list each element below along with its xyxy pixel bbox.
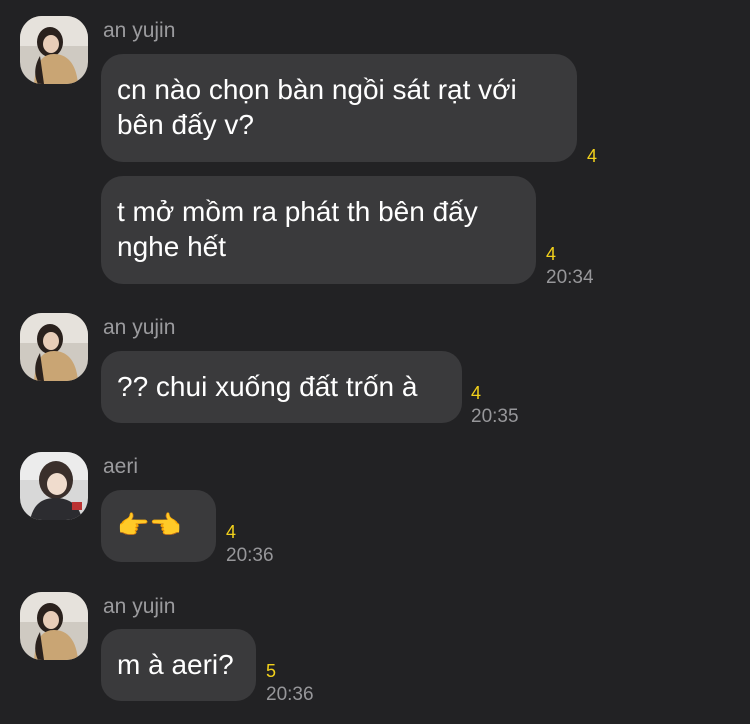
unread-count: 4 bbox=[226, 522, 237, 542]
sender-name: aeri bbox=[103, 455, 139, 478]
profile-photo-icon bbox=[20, 592, 88, 660]
message-time: 20:36 bbox=[226, 545, 274, 566]
message-bubble[interactable]: t mở mồm ra phát th bên đấy nghe hết bbox=[101, 176, 536, 284]
message-text: t mở mồm ra phát th bên đấy nghe hết bbox=[117, 196, 478, 262]
unread-count: 5 bbox=[266, 661, 277, 681]
message-meta: 4 bbox=[587, 145, 597, 167]
unread-count: 4 bbox=[471, 383, 482, 403]
unread-count: 4 bbox=[587, 146, 598, 166]
profile-photo-icon bbox=[20, 452, 88, 520]
message-bubble[interactable]: m à aeri? bbox=[101, 629, 256, 701]
message-text: ?? chui xuống đất trốn à bbox=[117, 371, 418, 402]
chat-thread: an yujin cn nào chọn bàn ngồi sát rạt vớ… bbox=[0, 0, 750, 724]
message-bubble[interactable]: ?? chui xuống đất trốn à bbox=[101, 351, 462, 423]
avatar[interactable] bbox=[20, 452, 88, 520]
sender-name: an yujin bbox=[103, 595, 176, 618]
message-meta: 4 20:34 bbox=[546, 243, 594, 289]
message-time: 20:34 bbox=[546, 267, 594, 288]
avatar[interactable] bbox=[20, 592, 88, 660]
profile-photo-icon bbox=[20, 16, 88, 84]
avatar[interactable] bbox=[20, 16, 88, 84]
message-time: 20:35 bbox=[471, 406, 519, 427]
sender-name: an yujin bbox=[103, 316, 176, 339]
message-text: cn nào chọn bàn ngồi sát rạt với bên đấy… bbox=[117, 74, 517, 140]
message-meta: 4 20:36 bbox=[226, 521, 274, 567]
profile-photo-icon bbox=[20, 313, 88, 381]
message-bubble[interactable]: cn nào chọn bàn ngồi sát rạt với bên đấy… bbox=[101, 54, 577, 162]
message-emoji: 👉👈 bbox=[117, 510, 182, 540]
unread-count: 4 bbox=[546, 244, 557, 264]
message-text: m à aeri? bbox=[117, 649, 234, 680]
message-time: 20:36 bbox=[266, 684, 314, 705]
message-meta: 4 20:35 bbox=[471, 382, 519, 428]
message-meta: 5 20:36 bbox=[266, 660, 314, 706]
avatar[interactable] bbox=[20, 313, 88, 381]
message-bubble[interactable]: 👉👈 bbox=[101, 490, 216, 562]
sender-name: an yujin bbox=[103, 19, 176, 42]
